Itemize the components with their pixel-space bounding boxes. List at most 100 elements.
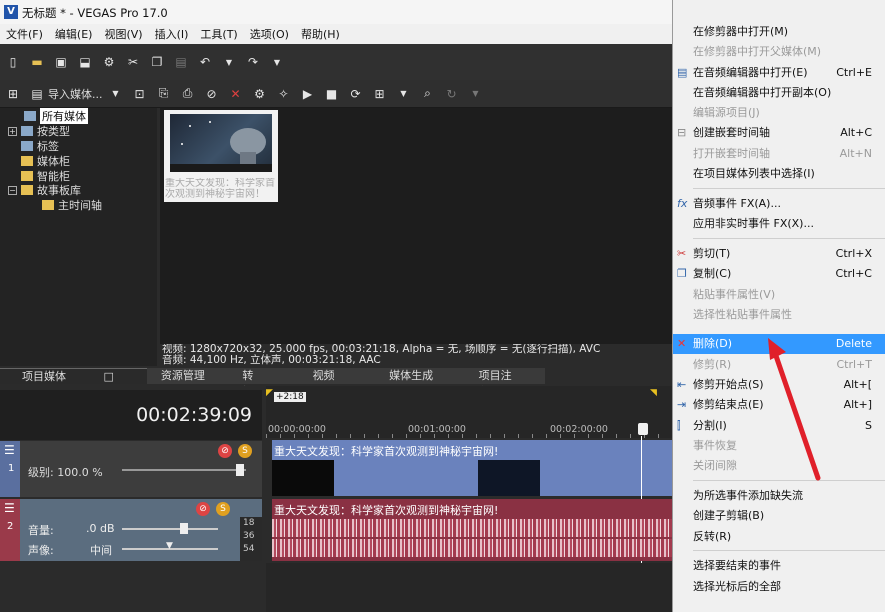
import-media-button[interactable]: 导入媒体...: [48, 86, 103, 102]
tab-float-icon[interactable]: □: [90, 370, 128, 383]
import-media-icon[interactable]: ▤: [28, 85, 46, 103]
auto-preview-icon[interactable]: ⟳: [347, 85, 365, 103]
menu-item-cut[interactable]: ✂ 剪切(T) Ctrl+X: [673, 244, 885, 264]
volume-slider[interactable]: [122, 528, 218, 530]
tab-transitions[interactable]: 转场: [220, 368, 282, 398]
video-track-number: 1: [8, 463, 15, 474]
delete-icon: ✕: [677, 337, 687, 350]
solo-icon[interactable]: S: [216, 502, 230, 516]
copy-icon[interactable]: ❐: [148, 53, 166, 71]
level-slider[interactable]: [122, 469, 246, 471]
cut-icon[interactable]: ✂: [124, 53, 142, 71]
tree-item-all-media[interactable]: 所有媒体: [24, 108, 88, 124]
media-properties-icon[interactable]: ⚙: [251, 85, 269, 103]
level-slider-thumb[interactable]: [236, 464, 244, 476]
properties-gear-icon[interactable]: ⚙: [100, 53, 118, 71]
save-icon[interactable]: ▣: [52, 53, 70, 71]
menu-item-open-audio-editor[interactable]: ▤ 在音频编辑器中打开(E) Ctrl+E: [673, 63, 885, 83]
track-menu-icon[interactable]: ☰: [4, 501, 15, 515]
menu-item-edit-source[interactable]: 编辑源项目(J): [673, 103, 885, 123]
track-menu-icon[interactable]: ☰: [4, 443, 15, 457]
play-icon[interactable]: ▶: [299, 85, 317, 103]
stop-icon[interactable]: ■: [323, 85, 341, 103]
menu-tools[interactable]: 工具(T): [194, 26, 243, 42]
menu-insert[interactable]: 插入(I): [149, 26, 195, 42]
redo-icon[interactable]: ↷: [244, 53, 262, 71]
tab-explorer[interactable]: 资源管理器: [147, 368, 221, 398]
collapse-icon[interactable]: −: [8, 185, 17, 195]
tree-item-by-type[interactable]: + 按类型: [8, 124, 70, 138]
menu-edit[interactable]: 编辑(E): [49, 26, 99, 42]
menu-item-open-audio-copy[interactable]: 在音频编辑器中打开副本(O): [673, 83, 885, 103]
menu-item-apply-nonrealtime-fx[interactable]: 应用非实时事件 FX(X)...: [673, 214, 885, 234]
expand-icon[interactable]: +: [8, 126, 17, 136]
undo-dropdown-icon[interactable]: ▼: [220, 53, 238, 71]
tab-media-generators[interactable]: 媒体生成器: [375, 368, 449, 398]
tab-project-notes[interactable]: 项目注释: [449, 368, 545, 398]
media-fx-icon[interactable]: ✧: [275, 85, 293, 103]
open-folder-icon[interactable]: ▬: [28, 53, 46, 71]
loop-end-icon[interactable]: ◥: [650, 388, 657, 398]
views-icon[interactable]: ⊞: [4, 85, 22, 103]
tree-item-tags[interactable]: 标签: [21, 139, 59, 153]
undo-icon[interactable]: ↶: [196, 53, 214, 71]
menu-help[interactable]: 帮助(H): [295, 26, 346, 42]
menu-item-open-nested[interactable]: 打开嵌套时间轴 Alt+N: [673, 144, 885, 164]
menu-item-open-parent-trimmer[interactable]: 在修剪器中打开父媒体(M): [673, 42, 885, 62]
remove-unused-icon[interactable]: ⊘: [203, 85, 221, 103]
new-file-icon[interactable]: ▯: [4, 53, 22, 71]
pan-slider-thumb[interactable]: ▼: [166, 541, 173, 551]
video-event[interactable]: 重大天文发现：科学家首次观测到神秘宇宙网!: [272, 440, 672, 496]
capture-icon[interactable]: ⊡: [131, 85, 149, 103]
menu-item-select-all-after-cursor[interactable]: 选择光标后的全部: [673, 577, 885, 597]
volume-slider-thumb[interactable]: [180, 523, 188, 534]
playhead-marker-icon[interactable]: [638, 423, 648, 435]
menu-item-create-nested[interactable]: ⊟ 创建嵌套时间轴 Alt+C: [673, 123, 885, 143]
import-web-icon[interactable]: ⎙: [179, 85, 197, 103]
menu-item-select-in-media[interactable]: 在项目媒体列表中选择(I): [673, 164, 885, 184]
menu-view[interactable]: 视图(V): [98, 26, 148, 42]
mute-icon[interactable]: ⊘: [196, 502, 210, 516]
search-icon[interactable]: ⌕: [419, 85, 437, 103]
paste-icon[interactable]: ▤: [172, 53, 190, 71]
menu-item-selective-paste[interactable]: 选择性粘贴事件属性: [673, 305, 885, 325]
menu-item-reverse[interactable]: 反转(R): [673, 527, 885, 547]
render-icon[interactable]: ⬓: [76, 53, 94, 71]
menu-item-create-subclip[interactable]: 创建子剪辑(B): [673, 506, 885, 526]
delete-icon[interactable]: ✕: [227, 85, 245, 103]
menu-options[interactable]: 选项(O): [244, 26, 295, 42]
tree-item-storyboard[interactable]: − 故事板库: [8, 183, 81, 197]
get-media-icon[interactable]: ⎘: [155, 85, 173, 103]
tree-item-smart-bins[interactable]: 智能柜: [21, 169, 70, 183]
menu-file[interactable]: 文件(F): [0, 26, 49, 42]
tree-item-main-timeline[interactable]: 主时间轴: [42, 198, 102, 212]
menu-item-copy[interactable]: ❐ 复制(C) Ctrl+C: [673, 264, 885, 284]
menu-item-open-trimmer[interactable]: 在修剪器中打开(M): [673, 22, 885, 42]
timeline-ruler[interactable]: ◤ +2:18 ◥ 00:00:00:00 00:01:00:00 00:02:…: [266, 386, 672, 438]
redo-dropdown-icon[interactable]: ▼: [268, 53, 286, 71]
tab-video-fx[interactable]: 视频 FX: [283, 368, 376, 398]
thumbnail-caption: 重大天文发现：科学家首次观测到神秘宇宙网！: [165, 178, 275, 200]
import-dropdown-icon[interactable]: ▼: [107, 85, 125, 103]
menu-item-paste-attributes[interactable]: 粘贴事件属性(V): [673, 285, 885, 305]
loop-start-icon[interactable]: ◤: [266, 388, 273, 398]
grid-view-icon[interactable]: ⊞: [371, 85, 389, 103]
view-dropdown-icon[interactable]: ▼: [395, 85, 413, 103]
refresh-icon[interactable]: ↻: [443, 85, 461, 103]
menu-item-audio-event-fx[interactable]: fx 音频事件 FX(A)...: [673, 194, 885, 214]
audio-track-header[interactable]: ☰ 2 ⊘ S 音量: .0 dB 声像: 中间 ▼ 18 36 54: [0, 499, 262, 561]
audio-event[interactable]: 重大天文发现：科学家首次观测到神秘宇宙网!: [272, 499, 672, 561]
menu-separator: [693, 188, 885, 189]
menu-item-shortcut: S: [865, 419, 872, 432]
media-info: 视频: 1280x720x32, 25.000 fps, 00:03:21:18…: [160, 344, 672, 368]
tab-project-media[interactable]: 项目媒体 □ ✕: [0, 368, 147, 399]
video-track-header[interactable]: ☰ 1 ⊘ S 级别: 100.0 %: [0, 441, 262, 497]
more-dropdown-icon[interactable]: ▼: [467, 85, 485, 103]
menu-item-select-events-to-end[interactable]: 选择要结束的事件: [673, 556, 885, 576]
mute-icon[interactable]: ⊘: [218, 444, 232, 458]
solo-icon[interactable]: S: [238, 444, 252, 458]
tree-item-media-bins[interactable]: 媒体柜: [21, 154, 70, 168]
window-title: 无标题 * - VEGAS Pro 17.0: [22, 6, 168, 20]
menu-item-shortcut: Ctrl+E: [836, 66, 872, 79]
menu-item-add-missing-stream[interactable]: 为所选事件添加缺失流: [673, 486, 885, 506]
